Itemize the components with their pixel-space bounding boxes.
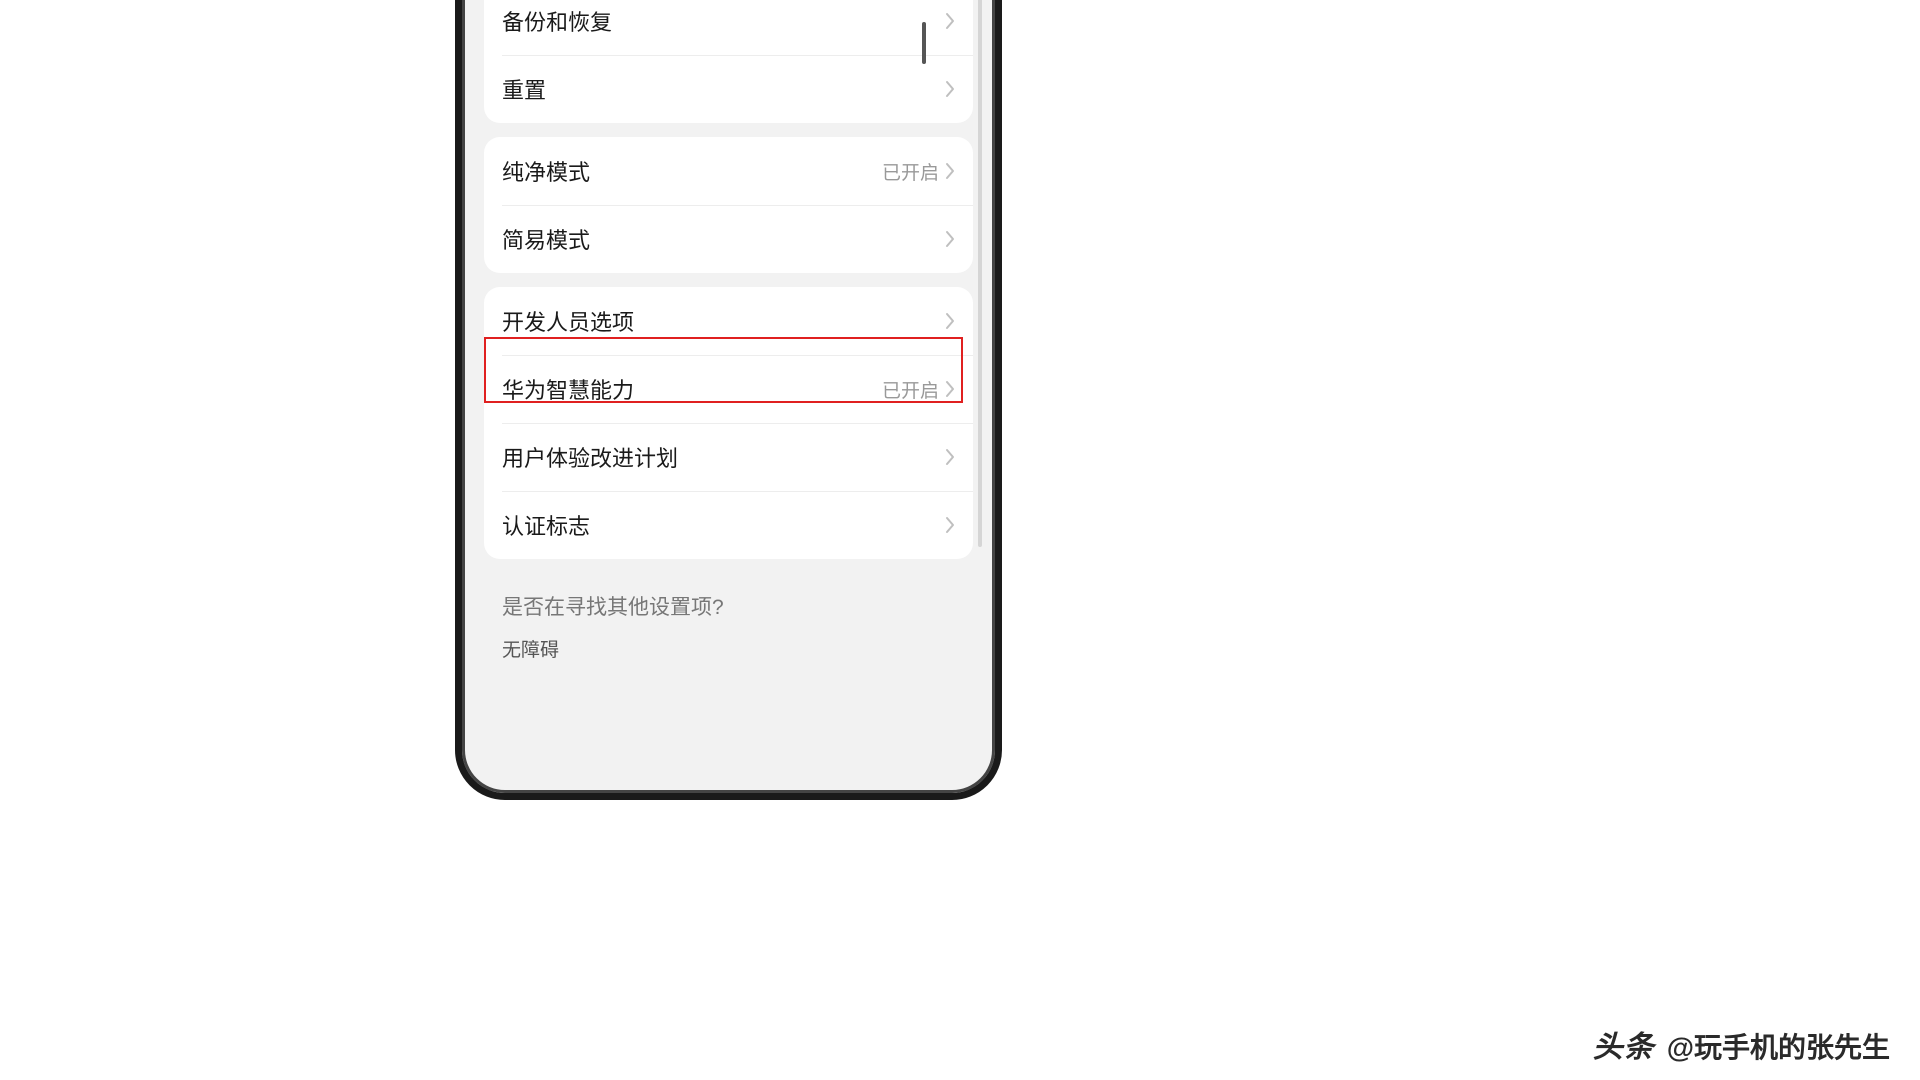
watermark-brand: 头条 (1593, 1022, 1655, 1066)
settings-group-2: 纯净模式 已开启 简易模式 (484, 137, 973, 273)
settings-group-1: 备份和恢复 重置 (484, 0, 973, 123)
chevron-right-icon (945, 380, 955, 398)
watermark: 头条 @玩手机的张先生 (1593, 1022, 1890, 1066)
chevron-right-icon (945, 448, 955, 466)
item-label: 简易模式 (502, 223, 590, 255)
phone-side-button (922, 22, 926, 64)
item-user-experience[interactable]: 用户体验改进计划 (484, 423, 973, 491)
item-simple-mode[interactable]: 简易模式 (484, 205, 973, 273)
chevron-right-icon (945, 12, 955, 30)
footer-question: 是否在寻找其他设置项? (502, 591, 955, 621)
item-pure-mode[interactable]: 纯净模式 已开启 (484, 137, 973, 205)
chevron-right-icon (945, 230, 955, 248)
item-label: 华为智慧能力 (502, 373, 634, 405)
footer-suggestion: 是否在寻找其他设置项? 无障碍 (484, 573, 973, 674)
chevron-right-icon (945, 80, 955, 98)
item-label: 纯净模式 (502, 155, 590, 187)
item-reset[interactable]: 重置 (484, 55, 973, 123)
item-label: 认证标志 (502, 509, 590, 541)
item-developer-options[interactable]: 开发人员选项 (484, 287, 973, 355)
settings-screen: 备份和恢复 重置 纯净模式 已开启 (470, 0, 987, 785)
scrollbar[interactable] (978, 0, 982, 547)
item-value: 已开启 (882, 376, 939, 403)
item-label: 备份和恢复 (502, 5, 612, 37)
item-backup-restore[interactable]: 备份和恢复 (484, 0, 973, 55)
item-value: 已开启 (882, 158, 939, 185)
footer-accessibility-link[interactable]: 无障碍 (502, 635, 955, 662)
item-label: 重置 (502, 73, 546, 105)
settings-group-3: 开发人员选项 华为智慧能力 已开启 用户体验改进计划 (484, 287, 973, 559)
item-certification[interactable]: 认证标志 (484, 491, 973, 559)
item-label: 开发人员选项 (502, 305, 634, 337)
watermark-author: @玩手机的张先生 (1667, 1026, 1890, 1066)
chevron-right-icon (945, 162, 955, 180)
item-huawei-ai[interactable]: 华为智慧能力 已开启 (484, 355, 973, 423)
phone-frame: 备份和恢复 重置 纯净模式 已开启 (455, 0, 1002, 800)
chevron-right-icon (945, 312, 955, 330)
chevron-right-icon (945, 516, 955, 534)
item-label: 用户体验改进计划 (502, 441, 678, 473)
